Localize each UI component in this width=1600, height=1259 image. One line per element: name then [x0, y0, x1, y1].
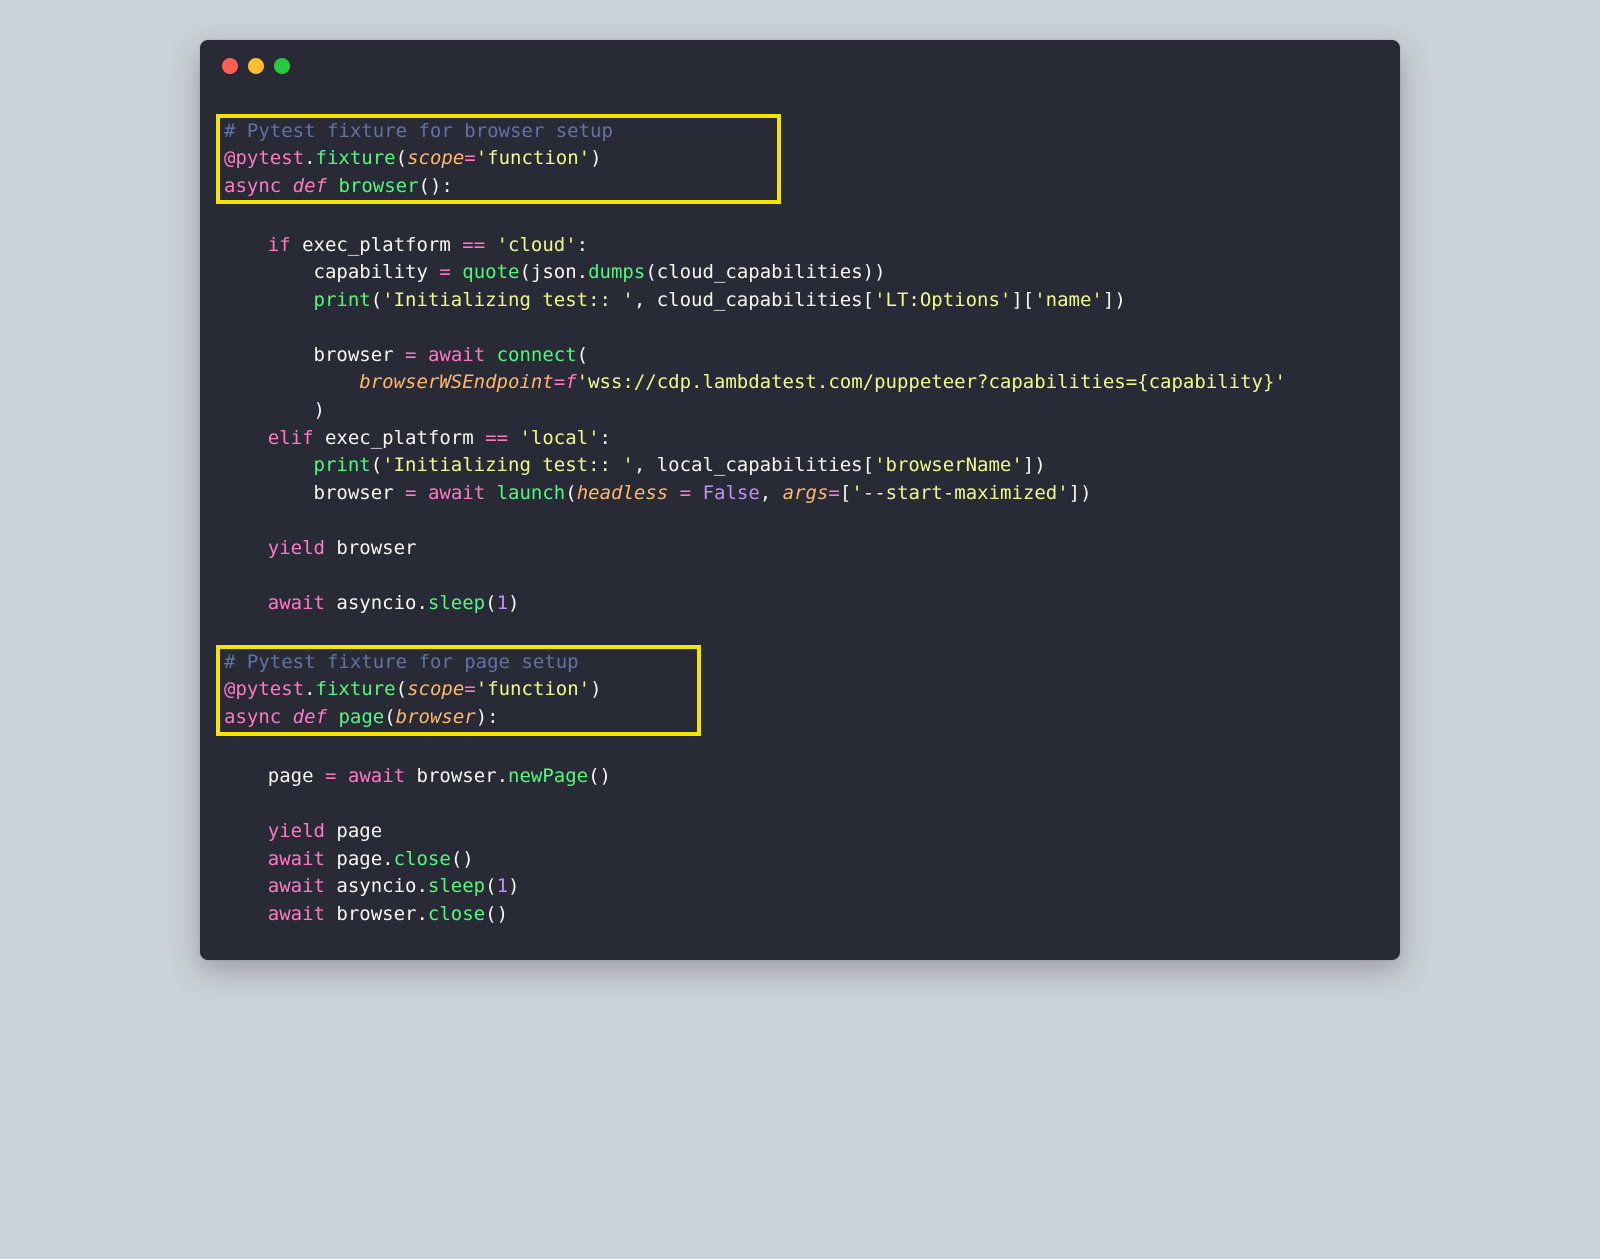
close-icon[interactable]	[222, 58, 238, 74]
zoom-icon[interactable]	[274, 58, 290, 74]
highlight-fixture-browser: # Pytest fixture for browser setup @pyte…	[216, 114, 781, 205]
function-name: browser	[338, 175, 418, 197]
code-block: # Pytest fixture for browser setup @pyte…	[200, 80, 1400, 936]
window-traffic-lights	[200, 40, 1400, 80]
comment-line: # Pytest fixture for browser setup	[224, 120, 613, 142]
highlight-fixture-page: # Pytest fixture for page setup @pytest.…	[216, 645, 701, 736]
code-window: # Pytest fixture for browser setup @pyte…	[200, 40, 1400, 960]
comment-line: # Pytest fixture for page setup	[224, 651, 579, 673]
minimize-icon[interactable]	[248, 58, 264, 74]
function-name: page	[338, 706, 384, 728]
